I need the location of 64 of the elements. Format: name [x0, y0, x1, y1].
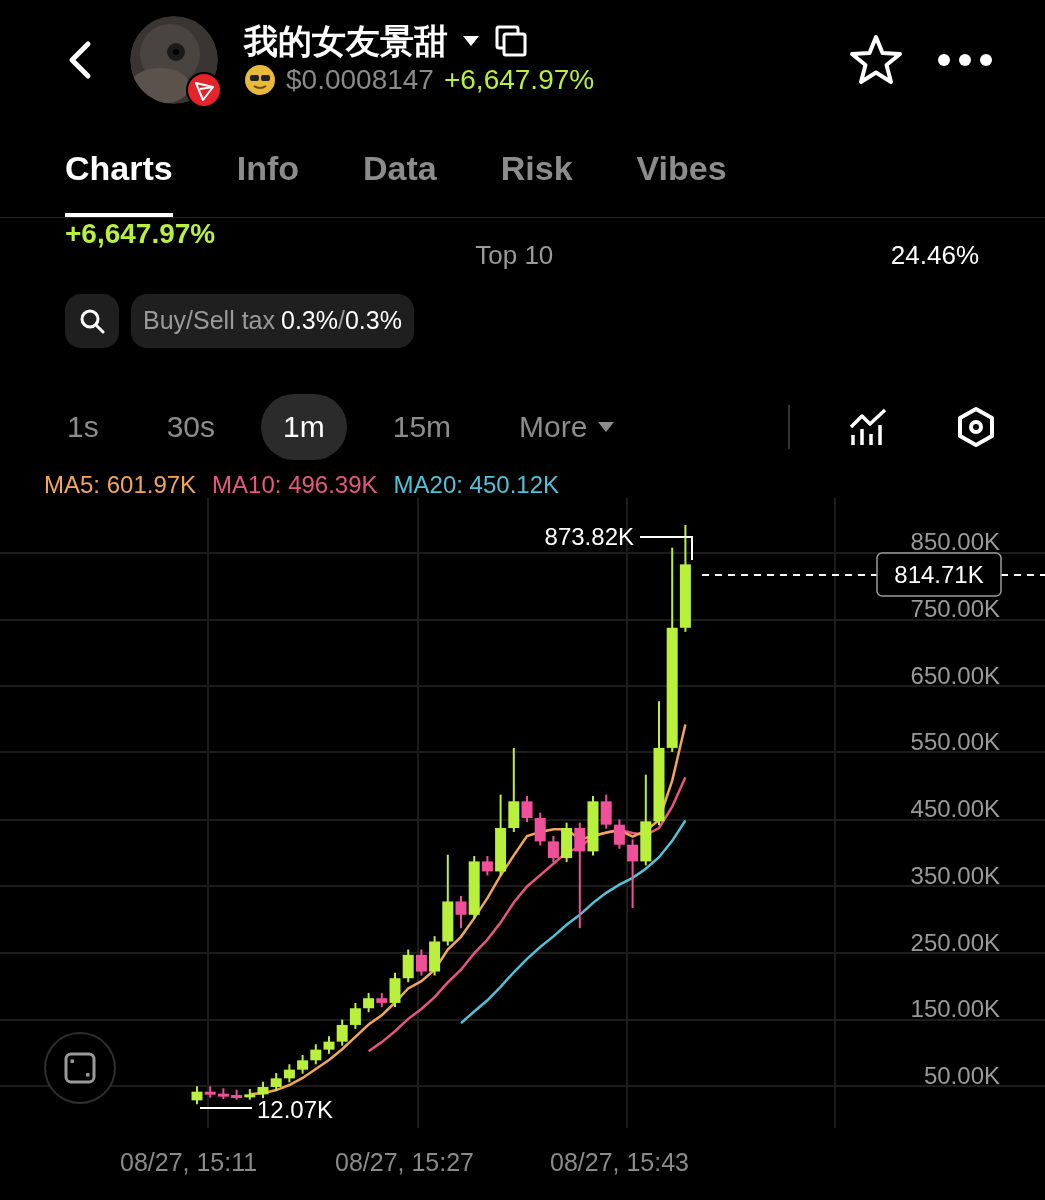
candle — [297, 1053, 309, 1075]
caret-icon[interactable] — [462, 35, 480, 47]
axis-label: 850.00K — [910, 528, 1000, 555]
more-dropdown[interactable]: More — [497, 394, 638, 460]
star-icon[interactable] — [849, 34, 903, 86]
stat-label: Top 10 — [475, 242, 554, 272]
tax-value: 0.3%/0.3% — [281, 305, 402, 337]
search-icon — [79, 308, 105, 334]
indicator-label: MA5: 601.97K — [44, 473, 197, 497]
axis-label: 350.00K — [910, 861, 1000, 889]
tab[interactable]: Data — [363, 119, 437, 217]
stat-value: 24.46% — [890, 242, 979, 272]
candle — [613, 818, 625, 850]
token-title: 我的女友景甜 — [244, 24, 448, 58]
token-price: $0.0008147 — [286, 66, 434, 94]
candle — [627, 838, 639, 910]
search-button[interactable] — [65, 294, 119, 348]
leader-line — [639, 536, 693, 561]
interval-tab[interactable]: 15m — [370, 394, 474, 460]
copy-icon[interactable] — [494, 24, 528, 58]
indicator-label: MA10: 496.39K — [212, 473, 378, 497]
candle — [534, 811, 546, 847]
indicator-icon[interactable] — [848, 407, 888, 447]
low-label: 12.07K — [257, 1096, 334, 1123]
candle — [363, 991, 375, 1014]
candle — [402, 948, 414, 984]
candle — [349, 1001, 361, 1030]
more-icon[interactable] — [937, 53, 993, 67]
axis-label: 08/27, 15:27 — [335, 1147, 474, 1178]
leader-line — [199, 1107, 253, 1109]
tab[interactable]: Risk — [500, 119, 573, 217]
axis-label: 150.00K — [910, 995, 1000, 1023]
axis-label: 550.00K — [910, 728, 1000, 756]
price-change: +6,647.97% — [443, 66, 595, 94]
candle — [310, 1043, 322, 1066]
candle — [231, 1088, 243, 1101]
expand-button[interactable] — [44, 1032, 116, 1104]
tab[interactable]: Info — [236, 119, 299, 217]
current-price-tag: 814.71K — [876, 552, 1002, 597]
candle — [415, 948, 427, 977]
candle — [283, 1063, 295, 1084]
candle — [547, 835, 559, 864]
indicator-label: MA20: 450.12K — [393, 473, 559, 497]
high-label: 873.82K — [544, 523, 634, 550]
triangle-badge-icon — [186, 72, 222, 108]
axis-label: 08/27, 15:11 — [120, 1147, 258, 1178]
tax-label: Buy/Sell tax — [143, 305, 275, 337]
axis-label: 750.00K — [910, 594, 1000, 622]
interval-tab[interactable]: 1s — [45, 394, 121, 460]
candle — [217, 1087, 229, 1101]
interval-tab[interactable]: 30s — [144, 394, 238, 460]
interval-tab[interactable]: 1m — [261, 394, 347, 460]
axis-label: 08/27, 15:43 — [550, 1147, 689, 1178]
axis-label: 50.00K — [923, 1062, 1000, 1089]
axis-label: 650.00K — [910, 661, 1000, 689]
tab[interactable]: Charts — [65, 119, 173, 217]
tab[interactable]: Vibes — [636, 119, 727, 217]
candle — [270, 1072, 282, 1092]
coin-icon — [244, 64, 276, 96]
axis-label: 250.00K — [910, 928, 1000, 956]
change-value: +6,647.97% — [65, 220, 216, 251]
axis-label: 450.00K — [910, 795, 1000, 822]
settings-icon[interactable] — [956, 406, 996, 448]
caret-icon — [597, 421, 616, 433]
